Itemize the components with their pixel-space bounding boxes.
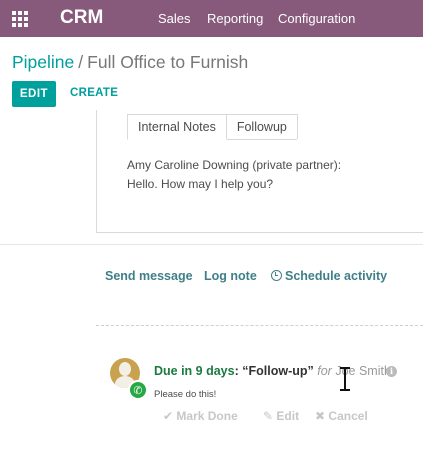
top-navbar: CRM Sales Reporting Configuration <box>0 0 423 37</box>
activity-summary: “Follow-up” <box>242 364 314 378</box>
activity-due: Due in 9 days <box>154 364 235 378</box>
menu-configuration[interactable]: Configuration <box>278 11 355 26</box>
edit-activity-button[interactable]: ✎ Edit <box>263 409 299 423</box>
breadcrumb-current: Full Office to Furnish <box>87 52 249 72</box>
check-icon: ✔ <box>163 409 174 423</box>
breadcrumb-separator: / <box>78 52 84 72</box>
menu-reporting[interactable]: Reporting <box>207 11 263 26</box>
chatter-divider <box>0 244 423 245</box>
activities-divider <box>96 325 423 326</box>
tab-followup[interactable]: Followup <box>225 114 298 139</box>
close-icon: ✖ <box>315 409 326 423</box>
activity-for-label: for <box>317 364 332 378</box>
note-author-line: Amy Caroline Downing (private partner): <box>127 158 342 172</box>
text-cursor-icon <box>339 367 351 391</box>
mark-done-label: Mark Done <box>176 409 238 423</box>
apps-menu-icon[interactable] <box>12 11 28 27</box>
cancel-activity-label: Cancel <box>328 409 368 423</box>
menu-sales[interactable]: Sales <box>158 11 191 26</box>
tab-internal-notes[interactable]: Internal Notes <box>127 114 227 140</box>
send-message-button[interactable]: Send message <box>105 269 193 283</box>
edit-button[interactable]: EDIT <box>12 81 56 107</box>
breadcrumb: Pipeline / Full Office to Furnish <box>12 52 248 73</box>
schedule-activity-label: Schedule activity <box>285 269 388 283</box>
schedule-activity-button[interactable]: Schedule activity <box>271 269 387 283</box>
activity-colon: : <box>234 364 239 378</box>
internal-note: Amy Caroline Downing (private partner): … <box>127 156 341 194</box>
phone-icon: ✆ <box>128 380 148 400</box>
clock-icon <box>271 270 282 281</box>
create-button[interactable]: CREATE <box>70 87 118 99</box>
activity-header: Due in 9 days: “Follow-up” for Joe Smith <box>154 364 391 378</box>
info-icon[interactable]: i <box>386 366 397 377</box>
note-message: Hello. How may I help you? <box>127 177 274 191</box>
notebook-tabs: Internal Notes Followup <box>127 114 298 140</box>
mark-done-button[interactable]: ✔ Mark Done <box>163 409 238 423</box>
app-brand[interactable]: CRM <box>60 7 103 29</box>
cancel-activity-button[interactable]: ✖ Cancel <box>315 409 368 423</box>
log-note-button[interactable]: Log note <box>204 269 257 283</box>
pencil-icon: ✎ <box>263 409 274 423</box>
activity-note: Please do this! <box>154 389 217 400</box>
edit-activity-label: Edit <box>276 409 300 423</box>
breadcrumb-pipeline-link[interactable]: Pipeline <box>12 52 74 72</box>
form-sheet: Internal Notes Followup Amy Caroline Dow… <box>96 110 423 233</box>
